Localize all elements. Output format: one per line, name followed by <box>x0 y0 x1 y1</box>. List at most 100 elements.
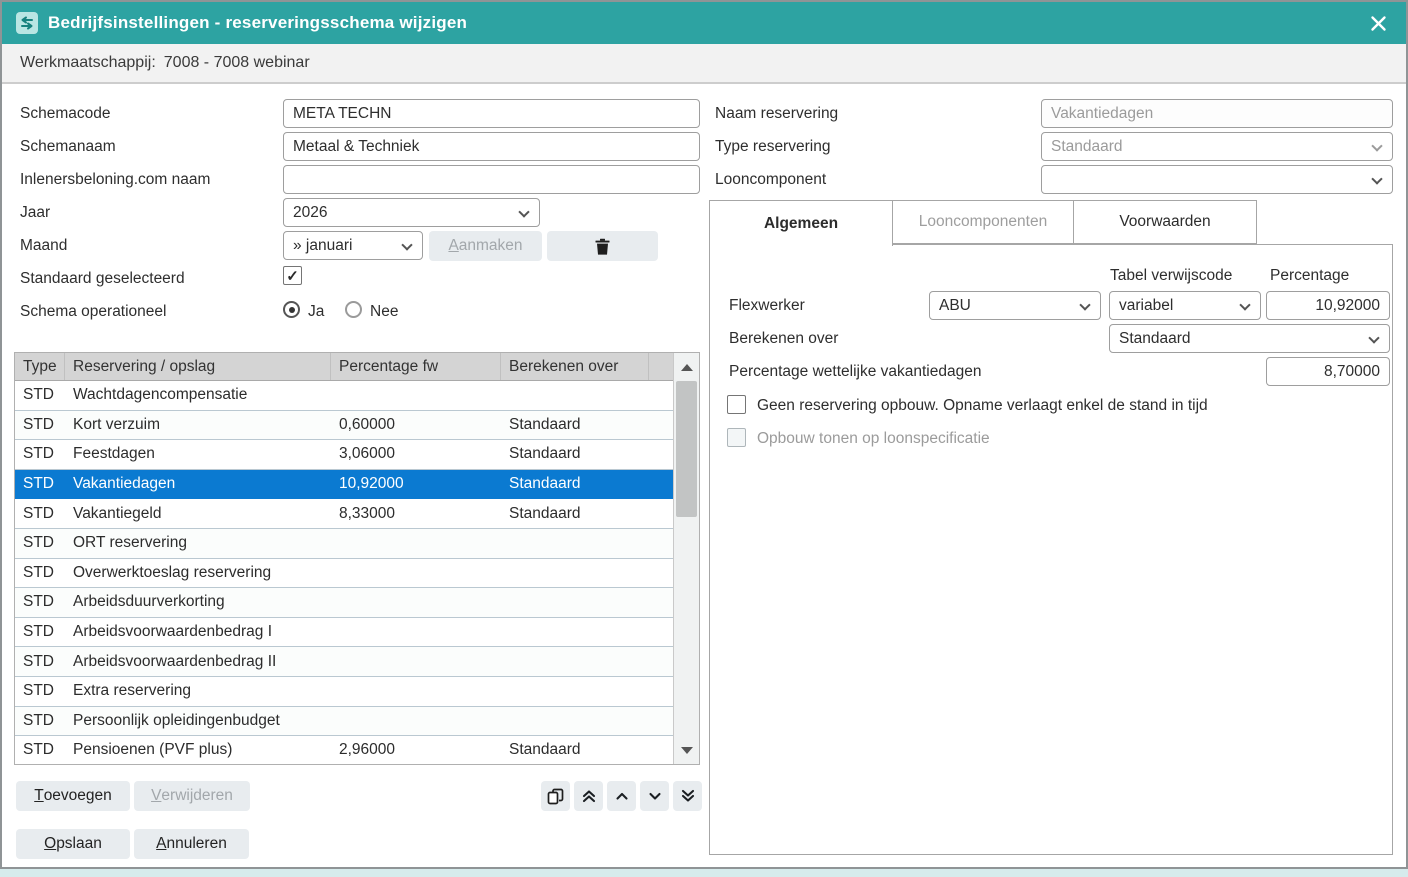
column-header-type[interactable]: Type <box>15 353 65 380</box>
berekenen-over-value: Standaard <box>1119 330 1191 348</box>
flexwerker-label: Flexwerker <box>729 297 805 315</box>
title-bar: Bedrijfsinstellingen - reserveringsschem… <box>2 2 1406 44</box>
flexwerker-cao-select[interactable]: ABU <box>929 291 1101 320</box>
schema-operationeel-nee-label: Nee <box>370 303 398 321</box>
inlenersbeloning-label: Inlenersbeloning.com naam <box>20 171 210 189</box>
algemeen-tab-panel: Tabel verwijscode Percentage Flexwerker … <box>709 244 1393 855</box>
berekenen-over-select[interactable]: Standaard <box>1109 324 1390 353</box>
opslaan-button[interactable]: Opslaan <box>16 829 130 859</box>
wettelijke-vakantiedagen-input[interactable] <box>1266 357 1390 386</box>
column-header-berekenen[interactable]: Berekenen over <box>501 353 649 380</box>
chevron-down-icon <box>518 206 529 217</box>
move-down-button[interactable] <box>640 781 669 811</box>
annuleren-button[interactable]: Annuleren <box>134 829 249 859</box>
delete-month-button[interactable] <box>547 231 658 261</box>
flexwerker-verwijscode-value: variabel <box>1119 297 1173 315</box>
table-row[interactable]: STDVakantiegeld8,33000Standaard <box>15 499 673 529</box>
table-cell: STD <box>15 386 65 404</box>
standaard-geselecteerd-checkbox[interactable]: ✓ <box>283 266 302 285</box>
table-cell: STD <box>15 505 65 523</box>
wettelijke-vakantiedagen-label: Percentage wettelijke vakantiedagen <box>729 363 981 381</box>
scrollbar-thumb[interactable] <box>676 381 697 517</box>
maand-value: » januari <box>293 237 352 255</box>
table-row[interactable]: STDPensioenen (PVF plus)2,96000Standaard <box>15 736 673 764</box>
table-cell: STD <box>15 445 65 463</box>
scroll-down-icon[interactable] <box>674 736 699 764</box>
table-cell: STD <box>15 534 65 552</box>
chevron-up-icon <box>614 788 630 804</box>
dialog-title: Bedrijfsinstellingen - reserveringsschem… <box>48 13 467 33</box>
chevron-down-icon <box>1368 332 1379 343</box>
table-cell: 2,96000 <box>331 741 501 759</box>
table-cell: Kort verzuim <box>65 416 331 434</box>
table-row[interactable]: STDWachtdagencompensatie <box>15 381 673 411</box>
jaar-select[interactable]: 2026 <box>283 198 540 227</box>
maand-select[interactable]: » januari <box>283 231 423 260</box>
table-cell: Overwerktoeslag reservering <box>65 564 331 582</box>
schemanaam-input[interactable] <box>283 132 700 161</box>
tabel-verwijscode-header: Tabel verwijscode <box>1110 267 1232 285</box>
schema-operationeel-label: Schema operationeel <box>20 303 167 321</box>
aanmaken-button[interactable]: Aanmaken <box>429 231 542 261</box>
table-cell: 0,60000 <box>331 416 501 434</box>
table-cell: STD <box>15 712 65 730</box>
geen-reservering-checkbox[interactable] <box>727 395 746 414</box>
table-cell: STD <box>15 653 65 671</box>
column-header-percentage[interactable]: Percentage fw <box>331 353 501 380</box>
move-up-button[interactable] <box>607 781 636 811</box>
table-cell: Persoonlijk opleidingenbudget <box>65 712 331 730</box>
schema-operationeel-nee-radio[interactable] <box>345 301 362 318</box>
table-cell: 8,33000 <box>331 505 501 523</box>
table-cell: STD <box>15 475 65 493</box>
schemacode-input[interactable] <box>283 99 700 128</box>
table-cell: Wachtdagencompensatie <box>65 386 331 404</box>
table-cell: Arbeidsvoorwaardenbedrag I <box>65 623 331 641</box>
move-bottom-button[interactable] <box>673 781 702 811</box>
table-scrollbar[interactable] <box>673 353 699 764</box>
inlenersbeloning-input[interactable] <box>283 165 700 194</box>
copy-icon <box>547 788 564 805</box>
looncomponent-select[interactable] <box>1041 165 1393 194</box>
opbouw-tonen-checkbox <box>727 428 746 447</box>
standaard-geselecteerd-label: Standaard geselecteerd <box>20 270 185 288</box>
werkmaatschappij-label: Werkmaatschappij: <box>20 54 156 72</box>
chevron-down-icon <box>401 239 412 250</box>
table-row[interactable]: STDExtra reservering <box>15 677 673 707</box>
copy-row-button[interactable] <box>541 781 570 811</box>
check-icon: ✓ <box>286 267 299 285</box>
table-row[interactable]: STDArbeidsduurverkorting <box>15 588 673 618</box>
naam-reservering-input <box>1041 99 1393 128</box>
chevron-down-icon <box>1079 299 1090 310</box>
table-row[interactable]: STDORT reservering <box>15 529 673 559</box>
table-row[interactable]: STDFeestdagen3,06000Standaard <box>15 440 673 470</box>
schema-operationeel-ja-radio[interactable] <box>283 301 300 318</box>
table-cell: Standaard <box>501 416 673 434</box>
close-icon[interactable] <box>1364 9 1392 37</box>
tab-algemeen[interactable]: Algemeen <box>709 200 893 246</box>
table-cell: STD <box>15 682 65 700</box>
table-cell: Pensioenen (PVF plus) <box>65 741 331 759</box>
table-row[interactable]: STDArbeidsvoorwaardenbedrag II <box>15 647 673 677</box>
table-row[interactable]: STDArbeidsvoorwaardenbedrag I <box>15 618 673 648</box>
opbouw-tonen-label: Opbouw tonen op loonspecificatie <box>757 430 990 448</box>
table-row[interactable]: STDVakantiedagen10,92000Standaard <box>15 470 673 500</box>
column-header-reservering[interactable]: Reservering / opslag <box>65 353 331 380</box>
maand-label: Maand <box>20 237 67 255</box>
table-cell: STD <box>15 741 65 759</box>
toevoegen-button[interactable]: Toevoegen <box>16 781 130 811</box>
move-top-button[interactable] <box>574 781 603 811</box>
flexwerker-verwijscode-select[interactable]: variabel <box>1109 291 1261 320</box>
chevron-down-icon <box>1371 140 1382 151</box>
tab-looncomponenten[interactable]: Looncomponenten <box>892 200 1074 244</box>
scroll-up-icon[interactable] <box>674 353 699 381</box>
verwijderen-button[interactable]: Verwijderen <box>134 781 250 811</box>
table-row[interactable]: STDKort verzuim0,60000Standaard <box>15 411 673 441</box>
table-cell: ORT reservering <box>65 534 331 552</box>
type-reservering-label: Type reservering <box>715 138 830 156</box>
table-row[interactable]: STDOverwerktoeslag reservering <box>15 559 673 589</box>
transfer-icon <box>16 12 38 34</box>
flexwerker-cao-value: ABU <box>939 297 971 315</box>
flexwerker-percentage-input[interactable] <box>1266 291 1390 320</box>
tab-voorwaarden[interactable]: Voorwaarden <box>1073 200 1257 244</box>
table-row[interactable]: STDPersoonlijk opleidingenbudget <box>15 707 673 737</box>
